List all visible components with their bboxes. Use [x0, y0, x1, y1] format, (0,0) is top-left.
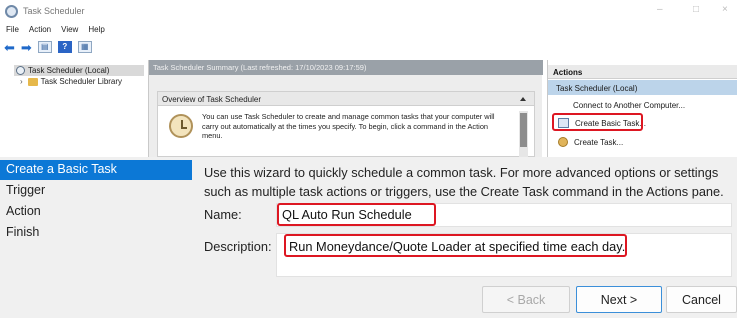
task-scheduler-window: Task Scheduler – □ × File Action View He…	[0, 0, 737, 157]
overview-text: You can use Task Scheduler to create and…	[202, 112, 495, 140]
help-icon[interactable]: ?	[57, 41, 72, 53]
wizard-steps: Create a Basic Task Trigger Action Finis…	[0, 157, 192, 318]
overview-section: Overview of Task Scheduler You can use T…	[157, 91, 535, 157]
window-title: Task Scheduler	[23, 6, 85, 16]
highlight-box	[552, 113, 643, 131]
action-create-task[interactable]: Create Task...	[558, 137, 623, 147]
forward-arrow-icon[interactable]: ➡	[21, 41, 32, 54]
action-connect-computer[interactable]: Connect to Another Computer...	[573, 101, 685, 110]
console-tree-icon[interactable]: ▤	[37, 41, 52, 53]
tree-item-task-scheduler-library[interactable]: › Task Scheduler Library	[20, 77, 122, 86]
toolbar: ⬅ ➡ ▤ ? ▦	[4, 40, 92, 54]
name-label: Name:	[204, 207, 242, 222]
action-pane-icon[interactable]: ▦	[77, 41, 92, 53]
close-button[interactable]: ×	[722, 4, 728, 15]
console-tree: Task Scheduler (Local) › Task Scheduler …	[0, 60, 148, 157]
tree-item-label: Task Scheduler (Local)	[28, 66, 110, 75]
clock-icon	[16, 66, 25, 75]
summary-pane: Task Scheduler Summary (Last refreshed: …	[148, 60, 543, 157]
maximize-button[interactable]: □	[693, 4, 699, 15]
menu-help[interactable]: Help	[88, 25, 104, 37]
action-label: Create Task...	[574, 137, 624, 147]
wizard-intro-text: Use this wizard to quickly schedule a co…	[204, 165, 724, 199]
tree-item-label: Task Scheduler Library	[40, 77, 123, 86]
create-basic-task-wizard: Create a Basic Task Trigger Action Finis…	[0, 157, 737, 318]
menu-action[interactable]: Action	[29, 25, 51, 37]
menu-bar: File Action View Help	[6, 25, 105, 37]
overview-header[interactable]: Overview of Task Scheduler	[158, 92, 534, 106]
highlight-box	[277, 203, 436, 226]
clock-icon	[169, 114, 193, 138]
actions-title: Actions	[548, 65, 737, 79]
task-icon	[558, 137, 568, 147]
collapse-caret-icon[interactable]	[520, 97, 526, 101]
action-label: Connect to Another Computer...	[573, 101, 686, 110]
back-button[interactable]: < Back	[482, 286, 570, 313]
step-action[interactable]: Action	[0, 202, 192, 222]
next-button[interactable]: Next >	[576, 286, 662, 313]
folder-icon	[27, 77, 38, 86]
minimize-button[interactable]: –	[657, 4, 663, 15]
scrollbar[interactable]	[519, 111, 528, 157]
step-trigger[interactable]: Trigger	[0, 181, 192, 201]
wizard-content: Use this wizard to quickly schedule a co…	[192, 157, 737, 318]
tree-item-task-scheduler-local[interactable]: Task Scheduler (Local)	[14, 65, 144, 76]
highlight-box	[284, 234, 627, 257]
actions-group-header[interactable]: Task Scheduler (Local)	[548, 80, 737, 95]
step-create-basic-task[interactable]: Create a Basic Task	[0, 160, 192, 180]
summary-header: Task Scheduler Summary (Last refreshed: …	[149, 60, 543, 75]
chevron-right-icon[interactable]: ›	[20, 77, 23, 86]
menu-view[interactable]: View	[61, 25, 78, 37]
menu-file[interactable]: File	[6, 25, 19, 37]
actions-pane: Actions Task Scheduler (Local) Connect t…	[547, 60, 737, 157]
overview-title: Overview of Task Scheduler	[162, 95, 262, 104]
title-bar: Task Scheduler – □ ×	[0, 0, 737, 24]
cancel-button[interactable]: Cancel	[666, 286, 737, 313]
description-label: Description:	[204, 239, 272, 254]
back-arrow-icon[interactable]: ⬅	[4, 41, 15, 54]
step-finish[interactable]: Finish	[0, 223, 192, 243]
clock-icon	[5, 5, 18, 18]
